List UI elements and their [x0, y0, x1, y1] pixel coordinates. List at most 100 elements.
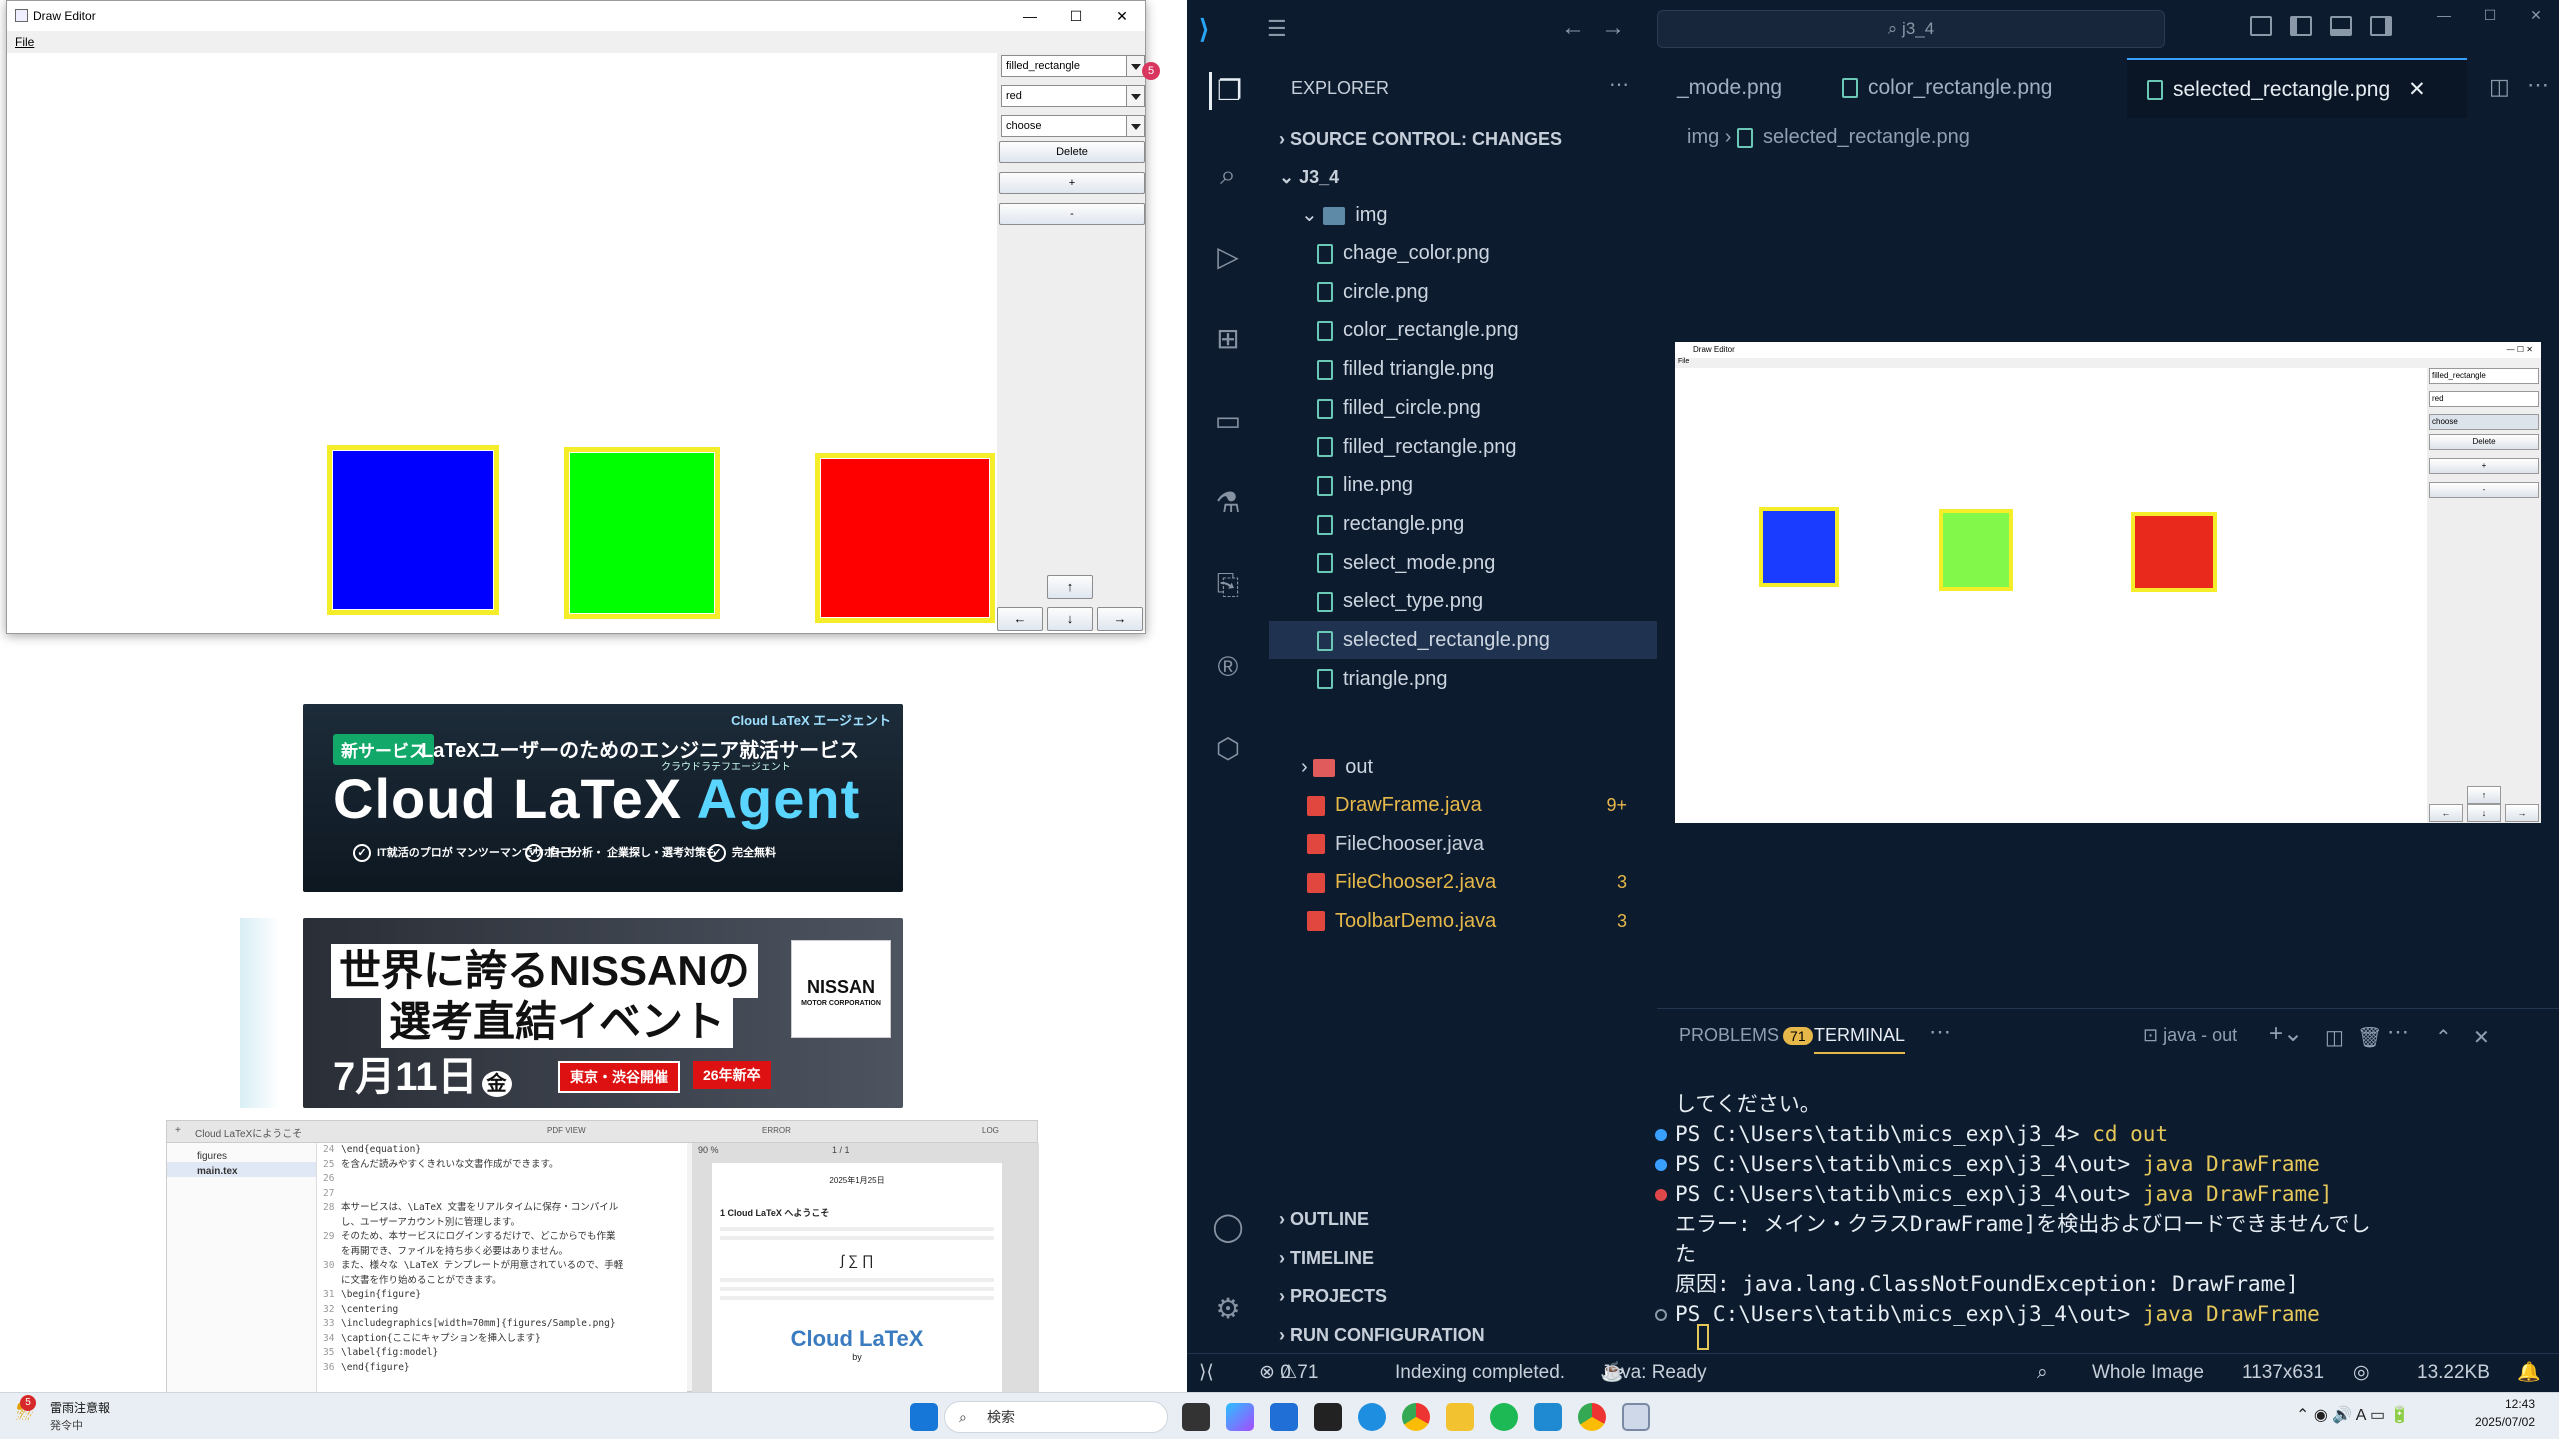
customize-layout-icon[interactable]: [2250, 16, 2272, 36]
img-file-item[interactable]: filled_circle.png: [1269, 389, 1657, 427]
vscode-window[interactable]: ⟩ ☰ ← → ⌕ j3_4 — ☐ ✕ ❐ ⌕ ▷ ⊞ ▭ ⚗ ⎘ ® ⬡ ◯…: [1187, 0, 2559, 1392]
nissan-event-ad[interactable]: 世界に誇るNISSANの 選考直結イベント NISSAN MOTOR CORPOR…: [303, 918, 903, 1108]
forward-arrow-icon[interactable]: →: [1601, 14, 1625, 42]
source-control-section[interactable]: › SOURCE CONTROL: CHANGES: [1269, 120, 1657, 158]
command-status-dot-icon[interactable]: [1655, 1309, 1667, 1321]
remote-explorer-icon[interactable]: ▭: [1209, 402, 1247, 440]
java-file-item[interactable]: DrawFrame.java 9+: [1269, 786, 1657, 824]
img-file-item[interactable]: select_type.png: [1269, 582, 1657, 620]
java-file-item[interactable]: FileChooser2.java 3: [1269, 863, 1657, 901]
vscode-taskbar-icon[interactable]: [1534, 1403, 1562, 1431]
draw-editor-window[interactable]: Draw Editor — ☐ ✕ File filled_rectangle …: [6, 0, 1146, 634]
tab-close-icon[interactable]: ✕: [2408, 78, 2426, 101]
start-icon[interactable]: [910, 1403, 938, 1431]
notifications-bell-icon[interactable]: 🔔: [2517, 1354, 2541, 1392]
kill-terminal-icon[interactable]: 🗑: [2357, 1025, 2382, 1050]
search-icon[interactable]: ⌕: [1209, 156, 1247, 194]
maximize-button[interactable]: ☐: [1053, 1, 1099, 31]
java-icon[interactable]: ⎘: [1209, 566, 1247, 604]
command-center-search[interactable]: ⌕ j3_4: [1657, 10, 2165, 48]
new-terminal-icon[interactable]: +⌄: [2269, 1019, 2303, 1048]
remote-icon[interactable]: ⟩⟨: [1199, 1354, 1214, 1392]
spotify-icon[interactable]: [1490, 1403, 1518, 1431]
problems-status[interactable]: ⊗ 0 ⚠ 71: [1259, 1354, 1318, 1392]
cloud-latex-agent-ad[interactable]: Cloud LaTeX エージェント 新サービス LaTeXユーザーのためのエン…: [303, 704, 903, 892]
img-file-item[interactable]: filled_rectangle.png: [1269, 428, 1657, 466]
tab-color-rectangle[interactable]: color_rectangle.png: [1822, 58, 2122, 118]
img-file-item[interactable]: select_mode.png: [1269, 544, 1657, 582]
breadcrumb-folder[interactable]: img: [1687, 126, 1719, 148]
close-button[interactable]: ✕: [1099, 1, 1145, 31]
file-explorer-icon[interactable]: [1446, 1403, 1474, 1431]
explorer-icon[interactable]: ❐: [1209, 72, 1247, 110]
command-status-dot-icon[interactable]: [1655, 1189, 1667, 1201]
clock-time[interactable]: 12:43: [2475, 1397, 2535, 1411]
out-folder[interactable]: › out: [1269, 748, 1657, 786]
extensions-icon[interactable]: ⊞: [1209, 320, 1247, 358]
breadcrumb-file[interactable]: selected_rectangle.png: [1763, 126, 1970, 148]
toggle-panel-icon[interactable]: [2330, 16, 2352, 36]
split-editor-icon[interactable]: ◫: [2489, 74, 2510, 100]
img-file-item[interactable]: color_rectangle.png: [1269, 311, 1657, 349]
vscode-maximize-button[interactable]: ☐: [2467, 0, 2513, 30]
copilot-icon[interactable]: ◎: [2353, 1354, 2370, 1392]
sidebar-section[interactable]: › RUN CONFIGURATION: [1269, 1316, 1657, 1354]
chrome-profile-icon[interactable]: [1578, 1403, 1606, 1431]
settings-gear-icon[interactable]: ⚙: [1209, 1290, 1247, 1328]
terminal-selector[interactable]: ⊡ java - out: [2143, 1025, 2237, 1046]
copilot-app-icon[interactable]: [1226, 1403, 1254, 1431]
img-file-item[interactable]: filled triangle.png: [1269, 350, 1657, 388]
command-status-dot-icon[interactable]: [1655, 1129, 1667, 1141]
more-actions-icon[interactable]: ⋯: [1609, 72, 1629, 97]
r-icon[interactable]: ®: [1209, 648, 1247, 686]
img-file-item[interactable]: triangle.png: [1269, 660, 1657, 698]
vscode-minimize-button[interactable]: —: [2421, 0, 2467, 30]
weather-title[interactable]: 雷雨注意報: [50, 1399, 110, 1416]
dropdown-arrow-icon[interactable]: [1126, 116, 1144, 136]
tab-mode-png[interactable]: _mode.png: [1657, 58, 1822, 118]
drawing-canvas[interactable]: [9, 53, 997, 631]
chrome-icon[interactable]: [1402, 1403, 1430, 1431]
maximize-panel-icon[interactable]: ⌃: [2435, 1025, 2452, 1050]
task-view-icon[interactable]: [1182, 1403, 1210, 1431]
img-file-item[interactable]: chage_color.png: [1269, 234, 1657, 272]
img-file-item[interactable]: rectangle.png: [1269, 505, 1657, 543]
terminal-more-icon[interactable]: ⋯: [2387, 1019, 2409, 1045]
clock-date[interactable]: 2025/07/02: [2460, 1415, 2535, 1429]
zoom-icon[interactable]: ⌕: [2037, 1354, 2048, 1392]
minimize-button[interactable]: —: [1007, 1, 1053, 31]
img-file-item[interactable]: selected_rectangle.png: [1269, 621, 1657, 659]
color-combo[interactable]: red: [1001, 85, 1145, 107]
toggle-sidebar-icon[interactable]: [2290, 16, 2312, 36]
move-down-button[interactable]: ↓: [1047, 607, 1093, 631]
close-panel-icon[interactable]: ✕: [2473, 1025, 2490, 1050]
move-left-button[interactable]: ←: [997, 607, 1043, 631]
dropdown-arrow-icon[interactable]: [1126, 86, 1144, 106]
project-section[interactable]: ⌄ J3_4: [1269, 158, 1657, 196]
img-folder[interactable]: ⌄ img: [1269, 196, 1657, 234]
menu-icon[interactable]: ☰: [1267, 18, 1297, 40]
shrink-button[interactable]: -: [999, 203, 1145, 225]
java-file-item[interactable]: ToolbarDemo.java 3: [1269, 902, 1657, 940]
selected-green-rectangle[interactable]: [564, 447, 720, 619]
containers-icon[interactable]: ⬡: [1209, 730, 1247, 768]
whole-image-status[interactable]: Whole Image: [2092, 1354, 2204, 1392]
run-debug-icon[interactable]: ▷: [1209, 238, 1247, 276]
java-file-item[interactable]: FileChooser.java: [1269, 825, 1657, 863]
menu-file[interactable]: File: [15, 35, 34, 49]
sidebar-section[interactable]: › PROJECTS: [1269, 1277, 1657, 1315]
sidebar-section[interactable]: › TIMELINE: [1269, 1239, 1657, 1277]
terminal-app-icon[interactable]: [1314, 1403, 1342, 1431]
back-arrow-icon[interactable]: ←: [1561, 14, 1585, 42]
panel-more-icon[interactable]: ⋯: [1929, 1019, 1951, 1045]
img-file-item[interactable]: line.png: [1269, 466, 1657, 504]
delete-button[interactable]: Delete: [999, 141, 1145, 163]
edge-icon[interactable]: [1358, 1403, 1386, 1431]
mode-combo[interactable]: choose: [1001, 115, 1145, 137]
move-right-button[interactable]: →: [1097, 607, 1143, 631]
split-terminal-icon[interactable]: ◫: [2325, 1025, 2344, 1050]
move-up-button[interactable]: ↑: [1047, 575, 1093, 599]
selected-blue-rectangle[interactable]: [327, 445, 499, 615]
taskbar-search[interactable]: ⌕ 検索: [944, 1401, 1168, 1433]
toggle-secondary-sidebar-icon[interactable]: [2370, 16, 2392, 36]
